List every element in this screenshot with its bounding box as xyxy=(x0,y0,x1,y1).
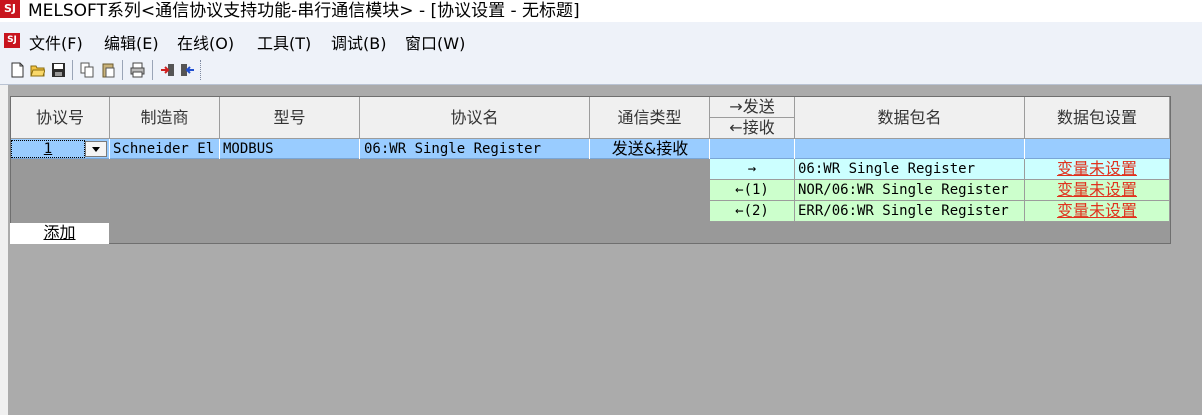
menu-file[interactable]: 文件(F) xyxy=(29,30,83,54)
open-icon[interactable] xyxy=(30,62,45,78)
document-menu-icon[interactable]: SJ xyxy=(4,33,20,48)
cell-divider xyxy=(109,139,110,159)
header-protocol-name: 协议名 xyxy=(360,97,590,139)
app-logo-icon: SJ xyxy=(0,0,20,18)
cell-divider xyxy=(219,139,220,159)
menu-edit[interactable]: 编辑(E) xyxy=(104,30,159,54)
header-send: →发送 xyxy=(710,97,795,118)
workspace-left-border xyxy=(0,85,8,415)
packet-name-send[interactable]: 06:WR Single Register xyxy=(795,159,1025,180)
toolbar-separator xyxy=(72,60,73,80)
header-packet-setting: 数据包设置 xyxy=(1025,97,1170,139)
focus-indicator xyxy=(11,140,85,158)
packet-direction-receive-1: ←(1) xyxy=(710,180,795,201)
packet-name-receive-2[interactable]: ERR/06:WR Single Register xyxy=(795,201,1025,222)
chevron-down-icon[interactable] xyxy=(85,141,107,157)
packet-setting-link-receive-1[interactable]: 变量未设置 xyxy=(1025,180,1170,201)
window-title: MELSOFT系列<通信协议支持功能-串行通信模块> - [协议设置 - 无标题… xyxy=(28,1,580,21)
toolbar-separator xyxy=(122,60,123,80)
write-to-module-icon[interactable] xyxy=(160,62,175,78)
copy-icon[interactable] xyxy=(80,62,95,78)
header-comm-type: 通信类型 xyxy=(590,97,710,139)
read-from-module-icon[interactable] xyxy=(180,62,195,78)
cell-divider xyxy=(359,139,360,159)
toolbar-separator xyxy=(152,60,153,80)
table-right-margin xyxy=(1172,96,1202,244)
menu-online[interactable]: 在线(O) xyxy=(177,30,234,54)
model-cell[interactable]: MODBUS xyxy=(221,139,358,159)
packet-setting-link-receive-2[interactable]: 变量未设置 xyxy=(1025,201,1170,222)
packet-direction-receive-2: ←(2) xyxy=(710,201,795,222)
menu-window[interactable]: 窗口(W) xyxy=(405,30,465,54)
packet-setting-link-send[interactable]: 变量未设置 xyxy=(1025,159,1170,180)
title-bar: SJ MELSOFT系列<通信协议支持功能-串行通信模块> - [协议设置 - … xyxy=(0,0,1202,22)
toolbar-grip[interactable] xyxy=(200,60,203,80)
menu-debug[interactable]: 调试(B) xyxy=(331,30,386,54)
header-manufacturer: 制造商 xyxy=(110,97,220,139)
new-icon[interactable] xyxy=(10,62,25,78)
header-model: 型号 xyxy=(220,97,360,139)
cell-divider xyxy=(1024,139,1025,159)
manufacturer-cell[interactable]: Schneider El xyxy=(111,139,218,159)
cell-divider xyxy=(709,139,710,159)
cell-divider xyxy=(794,139,795,159)
menu-tools[interactable]: 工具(T) xyxy=(257,30,311,54)
save-icon[interactable] xyxy=(51,62,66,78)
header-receive: ←接收 xyxy=(710,118,795,139)
packet-name-receive-1[interactable]: NOR/06:WR Single Register xyxy=(795,180,1025,201)
add-protocol-button[interactable]: 添加 xyxy=(10,223,109,244)
header-packet-name: 数据包名 xyxy=(795,97,1025,139)
print-icon[interactable] xyxy=(130,62,145,78)
paste-icon[interactable] xyxy=(101,62,116,78)
comm-type-cell[interactable]: 发送&接收 xyxy=(590,139,710,159)
header-protocol-no: 协议号 xyxy=(11,97,110,139)
protocol-name-cell[interactable]: 06:WR Single Register xyxy=(361,139,587,159)
packet-direction-send: → xyxy=(710,159,795,180)
